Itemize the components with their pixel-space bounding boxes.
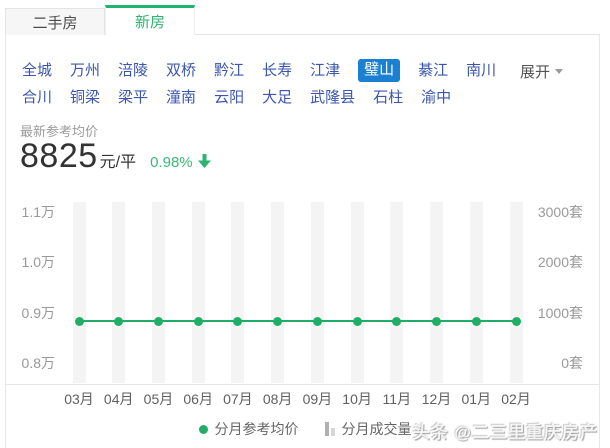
- region-link[interactable]: 云阳: [214, 88, 244, 108]
- region-link[interactable]: 黔江: [214, 61, 244, 81]
- data-point: [472, 317, 481, 326]
- region-row-2: 合川铜梁梁平潼南云阳大足武隆县石柱渝中: [22, 88, 451, 108]
- legend-label: 分月成交量: [342, 419, 412, 439]
- region-link[interactable]: 江津: [310, 61, 340, 81]
- x-axis-tick-label: 01月: [454, 389, 498, 409]
- legend-label: 分月参考均价: [215, 419, 299, 439]
- tab-new-house[interactable]: 新房: [105, 5, 195, 35]
- expand-button[interactable]: 展开: [520, 61, 563, 82]
- month-band: [351, 202, 364, 383]
- legend-dot-icon: [199, 425, 208, 434]
- x-axis-tick-label: 09月: [295, 389, 339, 409]
- price-down-arrow-icon: [198, 154, 211, 173]
- legend-item[interactable]: 分月成交量: [325, 419, 412, 439]
- tab-secondhand[interactable]: 二手房: [5, 8, 105, 35]
- region-link[interactable]: 全城: [22, 61, 52, 81]
- panel-border-right: [599, 34, 600, 448]
- data-point: [313, 317, 322, 326]
- x-axis-tick-label: 10月: [335, 389, 379, 409]
- month-band: [231, 202, 244, 383]
- region-link[interactable]: 璧山: [358, 59, 400, 82]
- month-band: [390, 202, 403, 383]
- watermark: 头条 @二三里重庆房产: [413, 418, 598, 443]
- right-axis-tick-label: 1000套: [523, 305, 583, 321]
- x-axis-tick-label: 05月: [136, 389, 180, 409]
- price-change: 0.98%: [150, 154, 193, 171]
- x-axis-tick-label: 04月: [97, 389, 141, 409]
- chevron-down-icon: [555, 69, 563, 74]
- x-axis-line: [6, 384, 599, 385]
- left-axis-tick-label: 0.9万: [10, 305, 55, 321]
- x-axis-tick-label: 08月: [256, 389, 300, 409]
- x-axis-tick-label: 12月: [415, 389, 459, 409]
- month-band: [112, 202, 125, 383]
- data-point: [432, 317, 441, 326]
- month-band: [470, 202, 483, 383]
- region-link[interactable]: 铜梁: [70, 88, 100, 108]
- x-axis-tick-label: 02月: [494, 389, 538, 409]
- region-link[interactable]: 渝中: [421, 88, 451, 108]
- left-axis-tick-label: 1.0万: [10, 254, 55, 270]
- x-axis-tick-label: 06月: [176, 389, 220, 409]
- region-link[interactable]: 合川: [22, 88, 52, 108]
- region-link[interactable]: 涪陵: [118, 61, 148, 81]
- month-band: [192, 202, 205, 383]
- left-axis-tick-label: 1.1万: [10, 204, 55, 220]
- month-band: [271, 202, 284, 383]
- region-link[interactable]: 武隆县: [310, 88, 355, 108]
- data-point: [512, 317, 521, 326]
- region-link[interactable]: 大足: [262, 88, 292, 108]
- month-band: [152, 202, 165, 383]
- legend-item[interactable]: 分月参考均价: [199, 419, 299, 439]
- region-link[interactable]: 石柱: [373, 88, 403, 108]
- price-unit: 元/平: [100, 148, 136, 172]
- left-axis-tick-label: 0.8万: [10, 355, 55, 371]
- data-point: [154, 317, 163, 326]
- expand-label: 展开: [520, 61, 550, 82]
- month-band: [73, 202, 86, 383]
- data-point: [194, 317, 203, 326]
- region-link[interactable]: 潼南: [166, 88, 196, 108]
- region-row-1: 全城万州涪陵双桥黔江长寿江津璧山綦江南川: [22, 59, 496, 82]
- region-link[interactable]: 梁平: [118, 88, 148, 108]
- avg-price-line: [79, 320, 516, 322]
- month-band: [430, 202, 443, 383]
- x-axis-tick-label: 07月: [216, 389, 260, 409]
- price-value: 8825: [20, 137, 98, 176]
- right-axis-tick-label: 2000套: [523, 254, 583, 270]
- x-axis-tick-label: 03月: [57, 389, 101, 409]
- panel-border-left: [5, 34, 6, 448]
- x-axis-tick-label: 11月: [375, 389, 419, 409]
- region-link[interactable]: 长寿: [262, 61, 292, 81]
- month-band: [311, 202, 324, 383]
- region-link[interactable]: 綦江: [418, 61, 448, 81]
- data-point: [75, 317, 84, 326]
- region-link[interactable]: 双桥: [166, 61, 196, 81]
- region-link[interactable]: 南川: [466, 61, 496, 81]
- right-axis-tick-label: 0套: [523, 355, 583, 371]
- month-band: [510, 202, 523, 383]
- right-axis-tick-label: 3000套: [523, 204, 583, 220]
- region-link[interactable]: 万州: [70, 61, 100, 81]
- legend-bars-icon: [325, 422, 335, 436]
- price-block: 8825 元/平 0.98%: [20, 137, 211, 176]
- data-point: [353, 317, 362, 326]
